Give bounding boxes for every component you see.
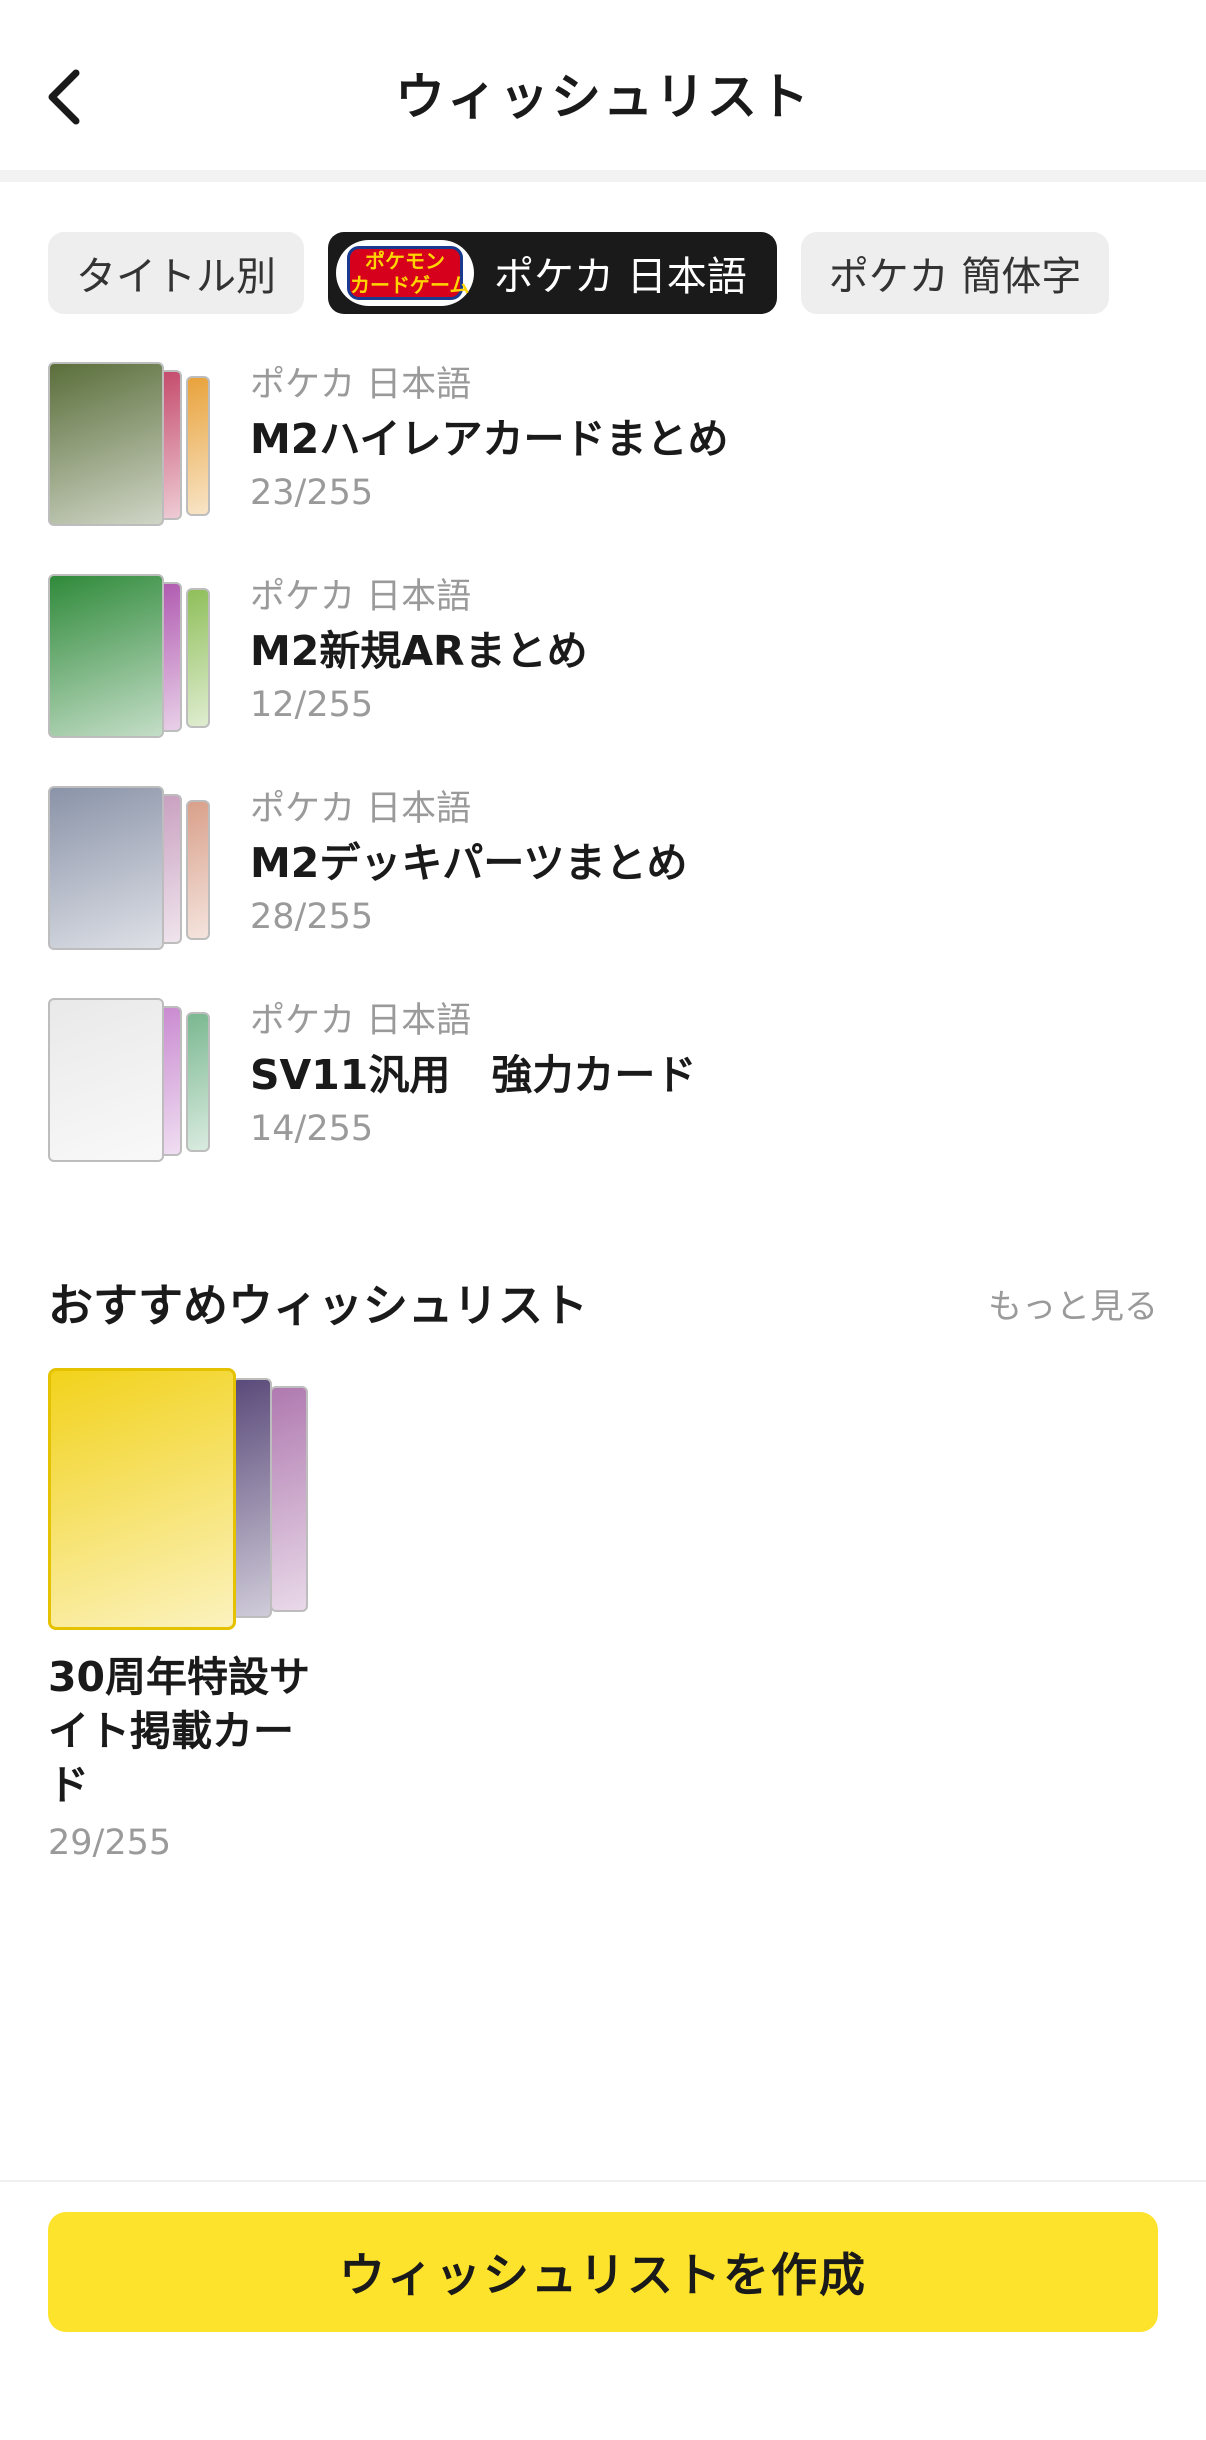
- filter-chip-by-title[interactable]: タイトル別: [48, 232, 304, 314]
- wishlist-count: 28/255: [250, 897, 374, 937]
- filter-chip-label: ポケカ 簡体字: [828, 254, 1082, 300]
- card-image: [48, 998, 164, 1162]
- filter-chip-pokeca-japanese[interactable]: ポケモン カードゲーム ポケカ 日本語: [328, 232, 777, 314]
- wishlist-name: SV11汎用 強力カード: [250, 1051, 697, 1099]
- wishlist-name: M2デッキパーツまとめ: [250, 839, 688, 887]
- wishlist-count: 14/255: [250, 1109, 374, 1149]
- recommended-section-title: おすすめウィッシュリスト: [48, 1279, 589, 1332]
- filter-chips: タイトル別 ポケモン カードゲーム ポケカ 日本語 ポケカ 簡体字: [48, 232, 1110, 314]
- wishlist-count: 12/255: [250, 685, 374, 725]
- card-image: [48, 574, 164, 738]
- wishlist-item[interactable]: ポケカ 日本語 M2ハイレアカードまとめ 23/255: [48, 362, 1158, 574]
- see-more-link[interactable]: もっと見る: [988, 1282, 1158, 1332]
- wishlist-thumbnail: [48, 574, 218, 740]
- filter-chip-label: ポケカ 日本語: [494, 254, 747, 300]
- card-image: [186, 376, 210, 516]
- wishlist-category: ポケカ 日本語: [250, 577, 472, 617]
- card-image: [186, 1012, 210, 1152]
- wishlist-category: ポケカ 日本語: [250, 365, 472, 405]
- recommended-thumbnail: [48, 1368, 310, 1632]
- wishlist-count: 23/255: [250, 473, 374, 513]
- wishlist-thumbnail: [48, 998, 218, 1164]
- card-image: [270, 1386, 308, 1612]
- wishlist-item[interactable]: ポケカ 日本語 M2デッキパーツまとめ 28/255: [48, 786, 1158, 998]
- wishlist-item[interactable]: ポケカ 日本語 M2新規ARまとめ 12/255: [48, 574, 1158, 786]
- wishlist-category: ポケカ 日本語: [250, 1001, 472, 1041]
- filter-chip-pokeca-simplified[interactable]: ポケカ 簡体字: [800, 232, 1110, 314]
- recommended-wishlist-card[interactable]: 30周年特設サイト掲載カード 29/255: [48, 1368, 318, 1868]
- header: ウィッシュリスト: [0, 0, 1206, 170]
- page-title: ウィッシュリスト: [395, 68, 811, 126]
- wishlist-thumbnail: [48, 786, 218, 952]
- card-image: [48, 1368, 236, 1630]
- pokemon-card-game-logo: ポケモン カードゲーム: [336, 240, 474, 306]
- wishlist-category: ポケカ 日本語: [250, 789, 472, 829]
- card-image: [186, 800, 210, 940]
- wishlist-name: M2ハイレアカードまとめ: [250, 415, 729, 463]
- create-wishlist-button[interactable]: ウィッシュリストを作成: [48, 2212, 1158, 2332]
- bottom-divider: [0, 2180, 1206, 2182]
- card-image: [232, 1378, 272, 1618]
- card-image: [186, 588, 210, 728]
- wishlist-list: ポケカ 日本語 M2ハイレアカードまとめ 23/255 ポケカ 日本語 M2新規…: [48, 362, 1158, 1210]
- recommended-wishlist-name: 30周年特設サイト掲載カード: [48, 1653, 311, 1809]
- recommended-wishlist-count: 29/255: [48, 1823, 172, 1863]
- wishlist-thumbnail: [48, 362, 218, 528]
- header-divider: [0, 170, 1206, 182]
- filter-chip-label: タイトル別: [76, 254, 276, 300]
- card-image: [48, 362, 164, 526]
- wishlist-name: M2新規ARまとめ: [250, 627, 588, 675]
- wishlist-item[interactable]: ポケカ 日本語 SV11汎用 強力カード 14/255: [48, 998, 1158, 1210]
- card-image: [48, 786, 164, 950]
